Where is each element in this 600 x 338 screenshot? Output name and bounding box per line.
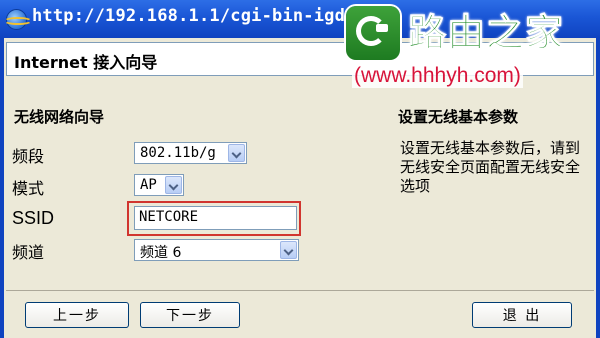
- browser-icon: [4, 9, 32, 30]
- next-button[interactable]: 下一步: [140, 302, 240, 328]
- window-title: http://192.168.1.1/cgi-bin-igd/: [32, 6, 356, 26]
- ssid-input[interactable]: NETCORE: [134, 206, 297, 230]
- wizard-content: 无线网络向导 设置无线基本参数 设置无线基本参数后，请到无线安全页面配置无线安全…: [6, 82, 594, 282]
- channel-select-value: 频道 6: [140, 245, 182, 261]
- window-border-left: [0, 38, 4, 338]
- chevron-down-icon[interactable]: [280, 241, 297, 259]
- prev-button[interactable]: 上一步: [25, 302, 129, 328]
- mode-label: 模式: [12, 179, 45, 198]
- help-text: 设置无线基本参数后，请到无线安全页面配置无线安全选项: [400, 139, 581, 195]
- watermark-logo-icon: [346, 6, 400, 60]
- watermark-url: (www.hhhyh.com): [352, 64, 523, 88]
- chevron-down-icon[interactable]: [228, 144, 245, 162]
- help-title: 设置无线基本参数: [398, 108, 519, 126]
- channel-label: 频道: [12, 243, 45, 262]
- band-select-value: 802.11b/g: [140, 145, 216, 161]
- window-border-right: [596, 38, 600, 338]
- wizard-header-title: Internet 接入向导: [14, 53, 158, 72]
- band-label: 频段: [12, 147, 45, 166]
- chevron-down-icon[interactable]: [165, 176, 182, 194]
- mode-select[interactable]: AP: [134, 174, 184, 196]
- ssid-label: SSID: [12, 208, 55, 228]
- watermark-brand: 路由之家: [407, 11, 565, 56]
- channel-select[interactable]: 频道 6: [134, 239, 299, 261]
- mode-select-value: AP: [140, 177, 157, 193]
- button-divider: [6, 290, 594, 291]
- section-title: 无线网络向导: [14, 108, 105, 126]
- exit-button[interactable]: 退 出: [472, 302, 572, 328]
- band-select[interactable]: 802.11b/g: [134, 142, 247, 164]
